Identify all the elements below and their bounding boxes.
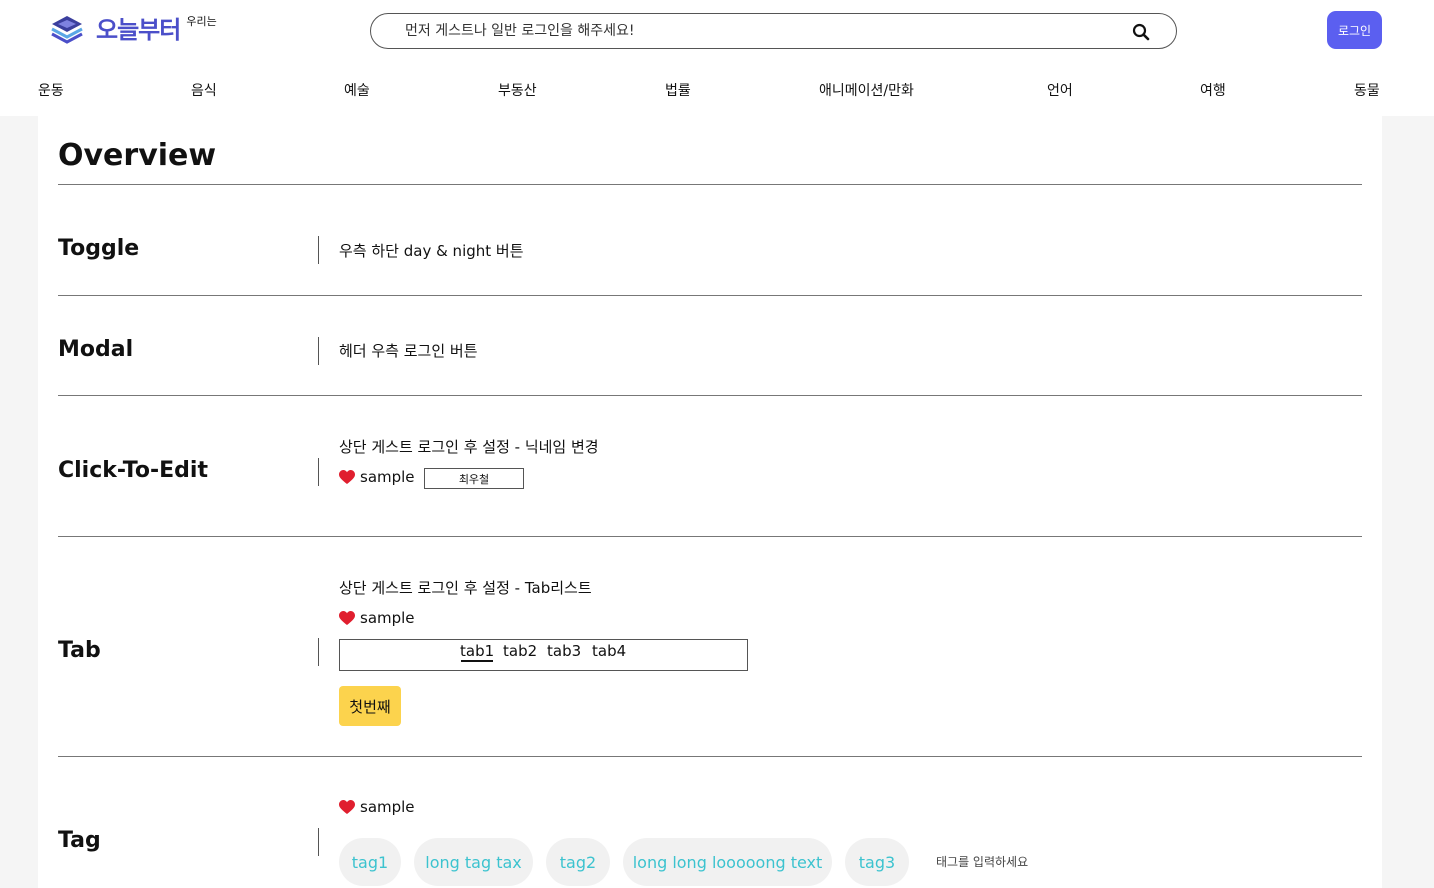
divider xyxy=(58,295,1362,296)
sample-label: sample xyxy=(360,798,415,816)
search-icon[interactable] xyxy=(1132,23,1150,41)
section-title-tag: Tag xyxy=(58,828,101,853)
search-bar[interactable] xyxy=(370,13,1177,49)
heart-icon xyxy=(339,799,355,814)
login-button[interactable]: 로그인 xyxy=(1327,11,1382,49)
sample-row: sample xyxy=(339,468,415,486)
section-desc-tab: 상단 게스트 로그인 후 설정 - Tab리스트 xyxy=(339,579,592,597)
section-separator xyxy=(318,337,319,365)
nav-item-exercise[interactable]: 운동 xyxy=(38,80,64,100)
section-desc-click-to-edit: 상단 게스트 로그인 후 설정 - 닉네임 변경 xyxy=(339,438,599,456)
nav-item-art[interactable]: 예술 xyxy=(344,80,370,100)
tab-content: 첫번째 xyxy=(339,686,401,726)
section-desc-modal: 헤더 우측 로그인 버튼 xyxy=(339,342,478,360)
sample-row: sample xyxy=(339,798,415,816)
logo-subtext: 우리는 xyxy=(186,15,217,28)
nav-item-animation[interactable]: 애니메이션/만화 xyxy=(819,80,914,100)
tag-input[interactable] xyxy=(936,853,1136,871)
divider xyxy=(58,756,1362,757)
tab-1[interactable]: tab1 xyxy=(460,642,494,660)
logo-text: 오늘부터 xyxy=(96,16,181,44)
logo[interactable]: 오늘부터 우리는 xyxy=(50,14,217,46)
section-desc-toggle: 우측 하단 day & night 버튼 xyxy=(339,242,524,260)
section-title-toggle: Toggle xyxy=(58,236,140,261)
search-input[interactable] xyxy=(405,21,1105,41)
section-separator xyxy=(318,236,319,264)
section-separator xyxy=(318,828,319,856)
tab-list: tab1 tab2 tab3 tab4 xyxy=(339,639,748,671)
nickname-edit-field[interactable]: 최우철 xyxy=(424,468,524,489)
header: 오늘부터 우리는 로그인 운동 음식 예술 부동산 법률 애니메이션/만화 언어… xyxy=(0,0,1434,116)
nav-item-language[interactable]: 언어 xyxy=(1047,80,1073,100)
divider xyxy=(58,184,1362,185)
nav-item-animal[interactable]: 동물 xyxy=(1354,80,1380,100)
tab-2[interactable]: tab2 xyxy=(503,642,537,660)
heart-icon xyxy=(339,469,355,484)
tag-chip[interactable]: long long looooong text xyxy=(623,838,832,886)
section-title-tab: Tab xyxy=(58,638,101,663)
tab-4[interactable]: tab4 xyxy=(592,642,626,660)
category-nav: 운동 음식 예술 부동산 법률 애니메이션/만화 언어 여행 동물 xyxy=(0,70,1434,110)
page-title: Overview xyxy=(58,138,217,173)
nav-item-realestate[interactable]: 부동산 xyxy=(498,80,537,100)
heart-icon xyxy=(339,610,355,625)
overview-card: Overview Toggle 우측 하단 day & night 버튼 Mod… xyxy=(38,116,1382,888)
nav-item-law[interactable]: 법률 xyxy=(665,80,691,100)
sample-label: sample xyxy=(360,609,415,627)
section-title-modal: Modal xyxy=(58,337,134,362)
sample-label: sample xyxy=(360,468,415,486)
divider xyxy=(58,395,1362,396)
section-separator xyxy=(318,638,319,666)
stack-logo-icon xyxy=(51,16,83,44)
tag-chip[interactable]: tag1 xyxy=(339,838,401,886)
tag-chip[interactable]: tag3 xyxy=(845,838,909,886)
nav-item-travel[interactable]: 여행 xyxy=(1200,80,1226,100)
section-separator xyxy=(318,458,319,486)
section-title-click-to-edit: Click-To-Edit xyxy=(58,458,208,483)
active-tab-indicator xyxy=(461,660,493,662)
sample-row: sample xyxy=(339,609,415,627)
tab-3[interactable]: tab3 xyxy=(547,642,581,660)
nav-item-food[interactable]: 음식 xyxy=(191,80,217,100)
divider xyxy=(58,536,1362,537)
tag-chip[interactable]: long tag tax xyxy=(414,838,533,886)
tag-chip[interactable]: tag2 xyxy=(546,838,610,886)
